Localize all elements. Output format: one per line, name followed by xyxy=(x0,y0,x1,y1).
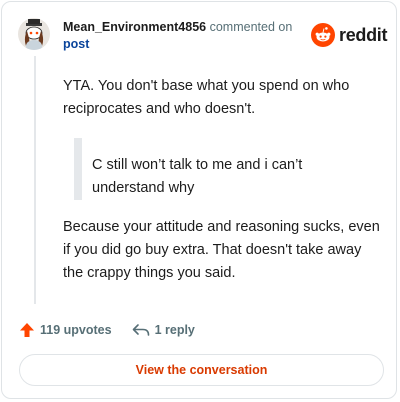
reply-arrow-icon xyxy=(132,324,149,336)
comment-header: Mean_Environment4856 commented on post xyxy=(63,19,308,53)
comment-paragraph-1: YTA. You don't base what you spend on wh… xyxy=(63,78,350,117)
upvote-count: 119 upvotes xyxy=(40,323,112,337)
commented-on-text: commented on xyxy=(209,20,293,34)
reply-count: 1 reply xyxy=(154,323,195,337)
blockquote-text: C still won’t talk to me and i can’t und… xyxy=(92,157,303,196)
reply-button[interactable]: 1 reply xyxy=(132,323,195,337)
reddit-logo[interactable]: reddit xyxy=(311,22,388,48)
comment-paragraph-2: Because your attitude and reasoning suck… xyxy=(63,219,380,281)
upvote-button[interactable]: 119 upvotes xyxy=(19,322,112,338)
comment-actions: 119 upvotes 1 reply xyxy=(19,320,195,340)
view-conversation-button[interactable]: View the conversation xyxy=(19,354,384,386)
post-link[interactable]: post xyxy=(63,37,89,51)
blockquote-bar xyxy=(74,138,82,200)
thread-line[interactable] xyxy=(34,56,36,304)
logo-wordmark: reddit xyxy=(339,24,388,45)
username[interactable]: Mean_Environment4856 xyxy=(63,20,206,34)
reddit-snoo-icon xyxy=(311,23,335,47)
embedded-comment-card: Mean_Environment4856 commented on post r… xyxy=(1,1,397,399)
avatar[interactable] xyxy=(18,18,50,50)
upvote-arrow-icon xyxy=(20,323,34,337)
snoo-avatar-icon xyxy=(18,18,50,50)
